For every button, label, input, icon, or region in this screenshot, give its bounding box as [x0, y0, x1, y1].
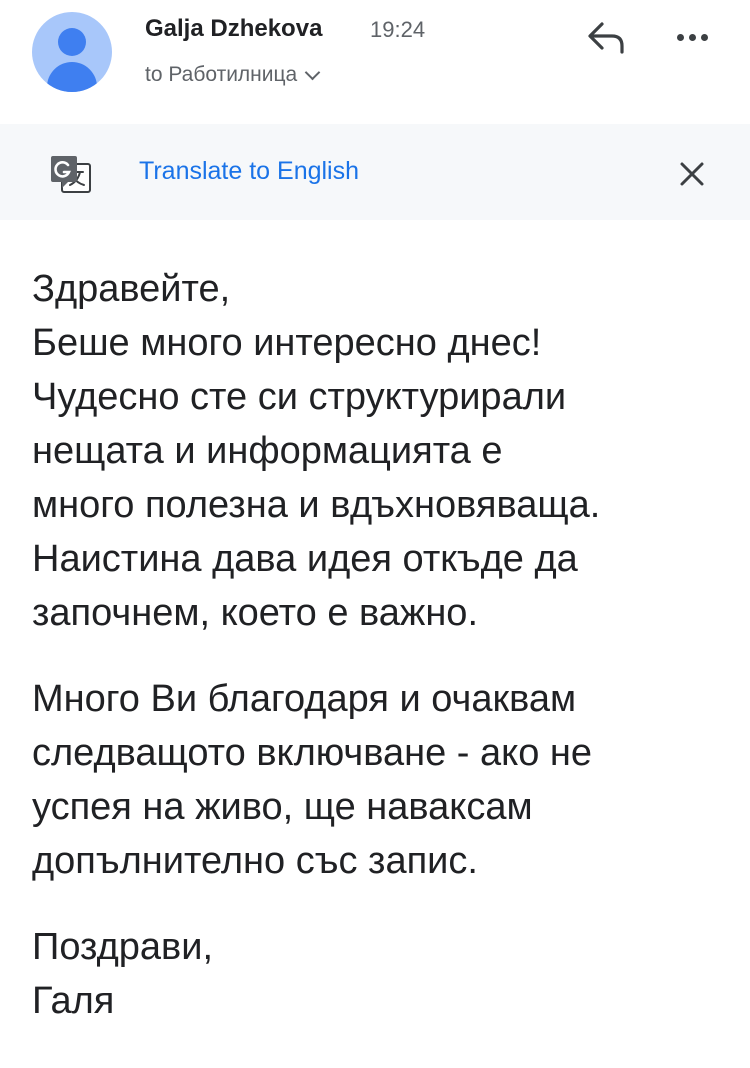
person-icon: [58, 28, 86, 56]
body-line: Беше много интересно днес!: [32, 322, 542, 364]
sender-name[interactable]: Galja Dzhekova: [145, 15, 322, 43]
message-body: Здравейте, Беше много интересно днес! Чу…: [32, 262, 732, 1028]
person-icon-body: [47, 62, 97, 92]
recipient-label: to Работилница: [145, 63, 298, 86]
body-line: следващото включване - ако не: [32, 732, 592, 774]
translate-banner: Translate to English: [0, 124, 750, 220]
body-line: Галя: [32, 980, 115, 1022]
sender-avatar[interactable]: [32, 12, 112, 92]
body-line: Много Ви благодаря и очаквам: [32, 678, 577, 720]
close-icon: [680, 162, 704, 186]
body-line: успея на живо, ще наваксам: [32, 786, 533, 828]
body-line: допълнително със запис.: [32, 840, 478, 882]
more-options-button[interactable]: [670, 18, 718, 58]
translate-to-english-link[interactable]: Translate to English: [139, 157, 359, 186]
body-paragraph-greeting: Здравейте, Беше много интересно днес! Чу…: [32, 262, 732, 640]
google-translate-icon: [51, 156, 91, 193]
recipient-details-toggle[interactable]: to Работилница: [145, 63, 321, 87]
more-options-icon: [677, 34, 708, 41]
dismiss-translate-button[interactable]: [672, 154, 712, 194]
body-line: започнем, което е важно.: [32, 592, 478, 634]
body-line: много полезна и вдъхновяваща.: [32, 484, 601, 526]
body-line: Поздрави,: [32, 926, 214, 968]
message-header: Galja Dzhekova 19:24 to Работилница: [0, 0, 750, 124]
body-line: Чудесно сте си структурирали: [32, 376, 567, 418]
reply-icon: [588, 22, 624, 54]
chevron-down-icon: [304, 64, 321, 80]
body-paragraph-signoff: Поздрави, Галя: [32, 920, 732, 1028]
body-line: нещата и информацията е: [32, 430, 503, 472]
body-line: Здравейте,: [32, 268, 231, 310]
body-line: Наистина дава идея откъде да: [32, 538, 578, 580]
reply-button[interactable]: [582, 16, 632, 60]
body-paragraph-thanks: Много Ви благодаря и очаквам следващото …: [32, 672, 732, 888]
sent-time: 19:24: [370, 17, 426, 42]
